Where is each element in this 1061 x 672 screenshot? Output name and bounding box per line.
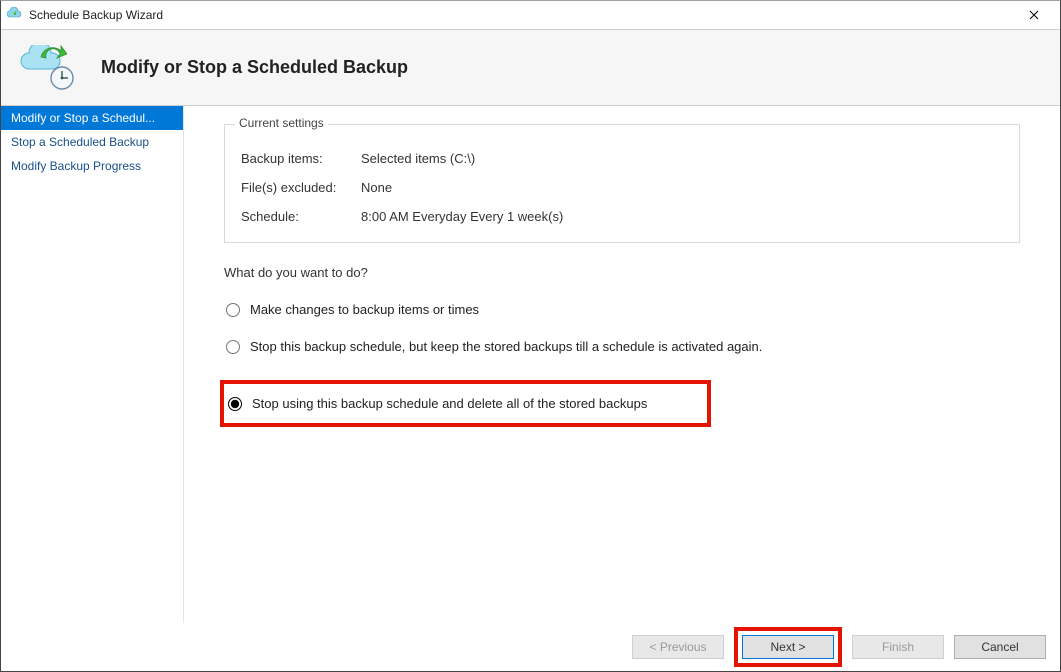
option-make-changes[interactable]: Make changes to backup items or times (224, 298, 1020, 321)
setting-value: Selected items (C:\) (361, 151, 1003, 166)
page-title: Modify or Stop a Scheduled Backup (101, 57, 408, 78)
option-stop-delete-highlight: Stop using this backup schedule and dele… (220, 380, 711, 427)
step-stop-scheduled[interactable]: Stop a Scheduled Backup (1, 130, 183, 154)
setting-row-backup-items: Backup items: Selected items (C:\) (241, 151, 1003, 166)
wizard-header: Modify or Stop a Scheduled Backup (1, 30, 1060, 105)
radio-stop-delete[interactable] (228, 397, 242, 411)
option-stop-delete[interactable]: Stop using this backup schedule and dele… (226, 392, 647, 415)
setting-row-files-excluded: File(s) excluded: None (241, 180, 1003, 195)
step-modify-progress[interactable]: Modify Backup Progress (1, 154, 183, 178)
prompt-question: What do you want to do? (224, 265, 1020, 280)
radio-label: Make changes to backup items or times (250, 302, 479, 317)
step-modify-or-stop[interactable]: Modify or Stop a Schedul... (1, 106, 183, 130)
option-stop-keep[interactable]: Stop this backup schedule, but keep the … (224, 335, 1020, 358)
window-title: Schedule Backup Wizard (29, 8, 1014, 22)
close-icon (1029, 10, 1039, 20)
close-button[interactable] (1014, 3, 1054, 27)
app-icon (7, 7, 23, 23)
previous-button: < Previous (632, 635, 724, 659)
setting-value: 8:00 AM Everyday Every 1 week(s) (361, 209, 1003, 224)
titlebar: Schedule Backup Wizard (1, 1, 1060, 29)
radio-stop-keep[interactable] (226, 340, 240, 354)
radio-make-changes[interactable] (226, 303, 240, 317)
wizard-window: Schedule Backup Wizard Modify or Stop a … (0, 0, 1061, 672)
radio-label: Stop this backup schedule, but keep the … (250, 339, 762, 354)
next-button[interactable]: Next > (742, 635, 834, 659)
wizard-steps-sidebar: Modify or Stop a Schedul... Stop a Sched… (1, 106, 184, 623)
setting-label: File(s) excluded: (241, 180, 361, 195)
wizard-body: Modify or Stop a Schedul... Stop a Sched… (1, 106, 1060, 623)
wizard-main: Current settings Backup items: Selected … (184, 106, 1060, 623)
finish-button: Finish (852, 635, 944, 659)
setting-value: None (361, 180, 1003, 195)
cancel-button[interactable]: Cancel (954, 635, 1046, 659)
current-settings-group: Current settings Backup items: Selected … (224, 124, 1020, 243)
setting-row-schedule: Schedule: 8:00 AM Everyday Every 1 week(… (241, 209, 1003, 224)
radio-label: Stop using this backup schedule and dele… (252, 396, 647, 411)
setting-label: Backup items: (241, 151, 361, 166)
setting-label: Schedule: (241, 209, 361, 224)
wizard-footer: < Previous Next > Finish Cancel (1, 623, 1060, 671)
backup-logo-icon (19, 43, 77, 93)
current-settings-legend: Current settings (235, 116, 328, 130)
next-button-highlight: Next > (734, 627, 842, 667)
